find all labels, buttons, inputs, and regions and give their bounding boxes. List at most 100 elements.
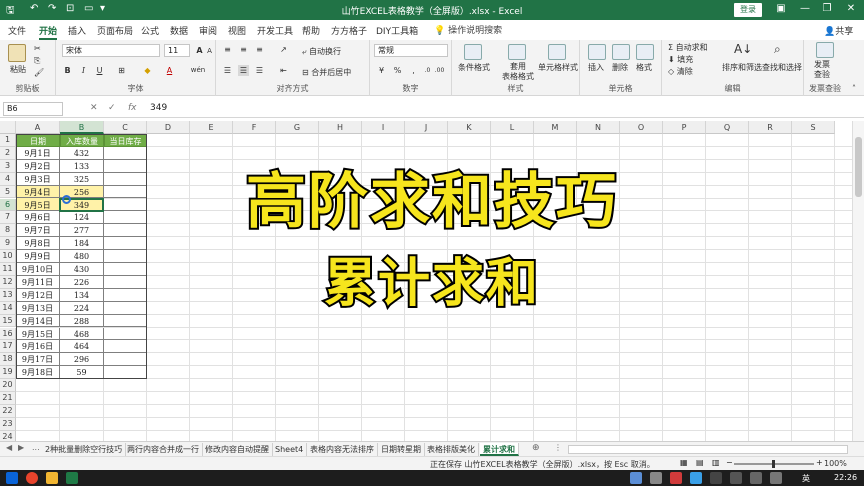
scroll-thumb[interactable] (855, 137, 862, 197)
paste-icon[interactable] (8, 44, 26, 62)
column-header[interactable]: P (663, 121, 706, 134)
decrease-decimal-icon[interactable]: .00 (434, 65, 445, 76)
tab-diy-toolbox[interactable]: DIY工具箱 (376, 24, 418, 37)
invoice-check-label[interactable]: 发票 查验 (814, 60, 830, 80)
row-header[interactable]: 24 (0, 430, 16, 441)
horizontal-scrollbar[interactable] (568, 445, 848, 454)
borders-icon[interactable]: ⊞ (116, 65, 127, 76)
column-header[interactable]: C (104, 121, 147, 134)
tray-app-icon[interactable] (730, 472, 742, 484)
cell-styles-label[interactable]: 单元格样式 (538, 62, 578, 73)
tab-home[interactable]: 开始 (39, 24, 58, 40)
align-center-icon[interactable]: ☰ (238, 65, 249, 76)
table-cell[interactable]: 432 (60, 146, 104, 160)
name-box[interactable]: B6 (3, 102, 63, 116)
conditional-formatting-icon[interactable] (464, 44, 482, 60)
percent-icon[interactable]: % (392, 65, 403, 76)
paste-label[interactable]: 粘贴 (10, 64, 26, 75)
table-header-cell[interactable]: 当日库存 (104, 134, 147, 147)
more-sheets-button[interactable]: ... (32, 443, 40, 452)
column-header[interactable]: N (577, 121, 620, 134)
find-select-icon[interactable]: ⌕ (774, 42, 781, 57)
sheet-tab[interactable]: Sheet4 (272, 443, 308, 456)
column-header[interactable]: I (362, 121, 405, 134)
minimize-button[interactable]: — (798, 3, 812, 14)
clear-button[interactable]: ◇ 清除 (668, 66, 693, 77)
table-cell[interactable]: 464 (60, 340, 104, 354)
conditional-formatting-label[interactable]: 条件格式 (458, 62, 490, 73)
tab-view[interactable]: 视图 (228, 24, 246, 37)
row-header[interactable]: 23 (0, 417, 16, 431)
sort-filter-icon[interactable]: A↓ (734, 42, 752, 56)
table-cell[interactable]: 9月1日 (16, 146, 60, 160)
tell-me-search[interactable]: 💡 操作说明搜索 (434, 23, 502, 36)
zoom-out-button[interactable]: − (726, 458, 733, 467)
tab-fangfang[interactable]: 方方格子 (331, 24, 367, 37)
font-size-combo[interactable]: 11 (164, 44, 190, 57)
table-cell[interactable]: 9月16日 (16, 340, 60, 354)
hscroll-split-icon[interactable]: ⋮ (554, 443, 562, 452)
enter-icon[interactable]: ✓ (108, 103, 116, 113)
merge-center-button[interactable]: ⊟ 合并后居中 (302, 67, 351, 78)
chrome-icon[interactable] (26, 472, 38, 484)
comma-icon[interactable]: , (408, 65, 419, 76)
tab-page-layout[interactable]: 页面布局 (97, 24, 133, 37)
cell-styles-icon[interactable] (548, 44, 566, 60)
row-header[interactable]: 16 (0, 327, 16, 341)
page-break-view-icon[interactable]: ▥ (712, 458, 720, 467)
font-name-combo[interactable]: 宋体 (62, 44, 160, 57)
invoice-check-icon[interactable] (816, 42, 834, 58)
table-cell[interactable] (104, 340, 147, 354)
page-layout-view-icon[interactable]: ▤ (696, 458, 704, 467)
column-header[interactable]: B (60, 121, 104, 134)
orientation-icon[interactable]: ↗ (278, 44, 289, 55)
sheet-tab[interactable]: 表格内容无法排序 (307, 443, 378, 456)
column-header[interactable]: O (620, 121, 663, 134)
normal-view-icon[interactable]: ▦ (680, 458, 688, 467)
column-header[interactable]: J (405, 121, 448, 134)
increase-decimal-icon[interactable]: .0 (422, 65, 433, 76)
add-sheet-icon[interactable]: ⊕ (532, 443, 540, 453)
copy-icon[interactable]: ⎘ (34, 56, 40, 66)
delete-cells-icon[interactable] (612, 44, 630, 60)
zoom-slider-knob[interactable] (772, 460, 775, 468)
tab-help[interactable]: 帮助 (302, 24, 320, 37)
table-header-cell[interactable]: 入库数量 (60, 134, 104, 147)
table-cell[interactable]: 59 (60, 366, 104, 380)
align-middle-icon[interactable]: ≡ (238, 44, 249, 55)
ribbon-options-icon[interactable]: ▣ (774, 3, 788, 14)
formula-input[interactable]: 349 (150, 103, 167, 113)
format-cells-icon[interactable] (636, 44, 654, 60)
next-sheet-icon[interactable]: ▶ (18, 443, 24, 452)
clock[interactable]: 22:26 (834, 473, 857, 482)
row-header[interactable]: 19 (0, 366, 16, 380)
insert-cells-icon[interactable] (588, 44, 606, 60)
table-cell[interactable]: 296 (60, 353, 104, 367)
column-header[interactable]: H (319, 121, 362, 134)
underline-button[interactable]: U (94, 65, 105, 76)
row-header[interactable]: 1 (0, 134, 16, 147)
table-cell[interactable]: 468 (60, 327, 104, 341)
table-cell[interactable] (104, 327, 147, 341)
excel-taskbar-icon[interactable] (66, 472, 78, 484)
delete-label[interactable]: 删除 (612, 62, 628, 73)
align-left-icon[interactable]: ☰ (222, 65, 233, 76)
sheet-tab[interactable]: 两行内容合并成一行 (124, 443, 203, 456)
start-icon[interactable] (6, 472, 18, 484)
tab-formulas[interactable]: 公式 (141, 24, 159, 37)
table-cell[interactable]: 9月18日 (16, 366, 60, 380)
column-header[interactable]: S (792, 121, 835, 134)
tray-s-icon[interactable] (670, 472, 682, 484)
format-label[interactable]: 格式 (636, 62, 652, 73)
fill-color-icon[interactable]: ◆ (142, 65, 153, 76)
network-icon[interactable] (750, 472, 762, 484)
select-all-corner[interactable] (0, 121, 16, 134)
sheet-tab[interactable]: 日期转星期 (378, 443, 425, 456)
close-button[interactable]: ✕ (844, 3, 858, 14)
align-right-icon[interactable]: ☰ (254, 65, 265, 76)
format-as-table-label[interactable]: 套用 表格格式 (502, 62, 534, 82)
login-button[interactable]: 登录 (734, 3, 762, 17)
tab-file[interactable]: 文件 (8, 24, 26, 37)
sheet-tab[interactable]: 2种批量删除空行技巧 (42, 443, 127, 456)
column-header[interactable]: A (16, 121, 60, 134)
